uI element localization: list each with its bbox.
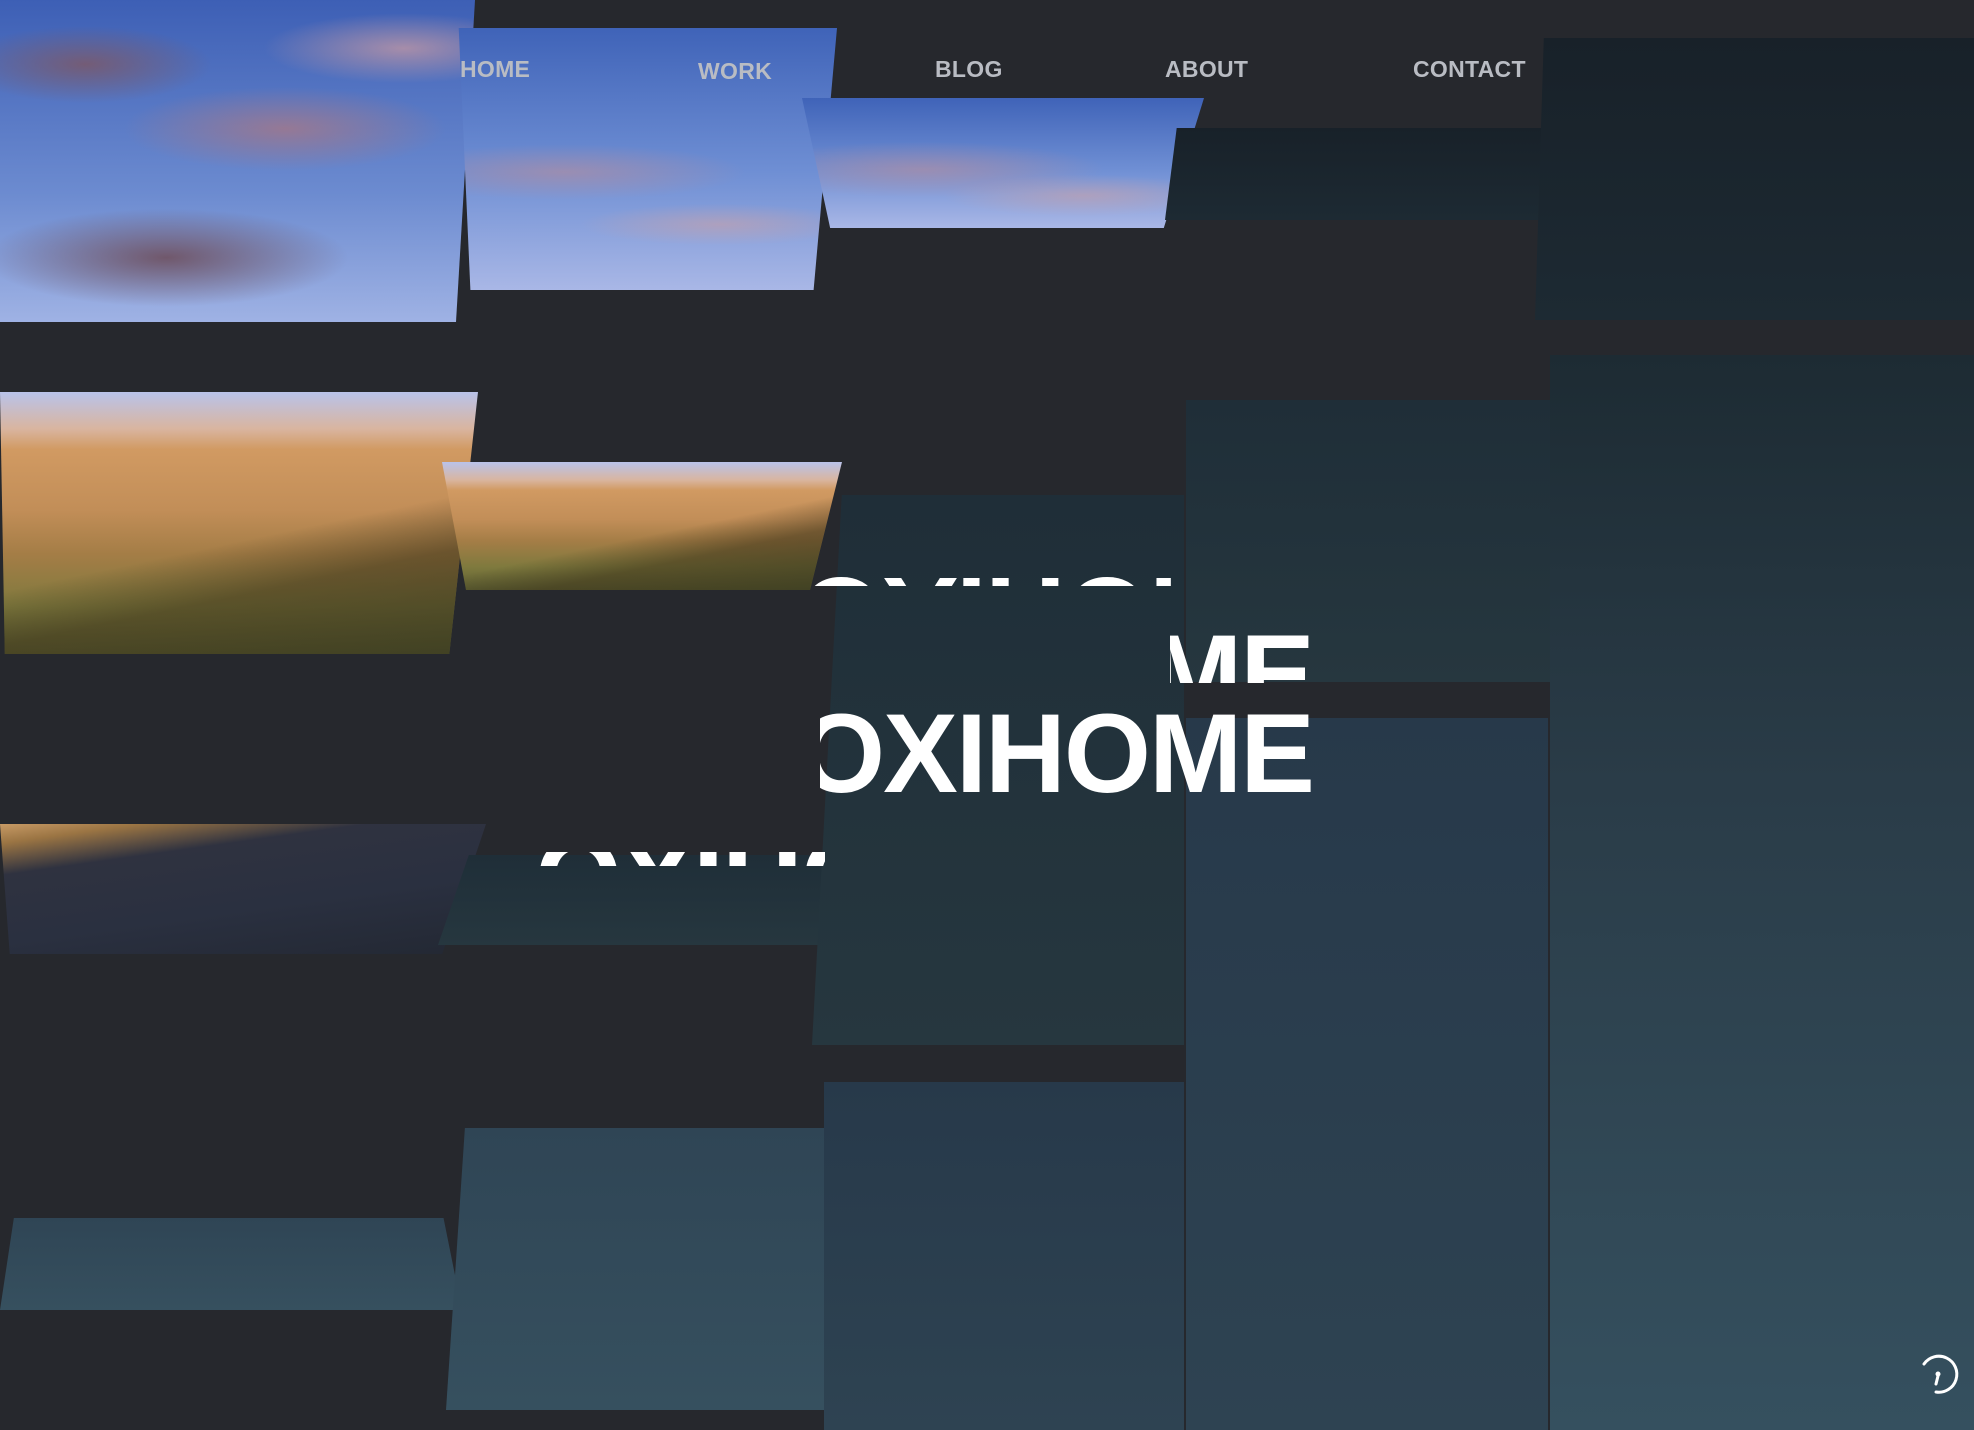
headline-fragment-main: OXIHOME — [820, 700, 1315, 802]
transition-stage: OXIHOME OXIHOME OXIHOME OXIHOME HOME WOR… — [0, 0, 1974, 1430]
image-slice-mountain-far — [442, 462, 842, 590]
image-slice-dusk — [1186, 718, 1548, 1430]
image-slice-dusk — [1550, 355, 1974, 1430]
image-slice-dusk — [1165, 128, 1555, 220]
nav-about-link[interactable]: ABOUT — [1165, 56, 1248, 83]
image-slice-dusk — [446, 1128, 824, 1410]
nav-contact-link[interactable]: CONTACT — [1413, 56, 1526, 83]
image-slice-mountain — [0, 392, 478, 654]
image-slice-dusk — [0, 1218, 462, 1310]
image-slice-valley — [0, 824, 486, 954]
headline-fragment-mirrored: OXIHOME — [800, 560, 1185, 586]
nav-work-link[interactable]: WORK — [698, 58, 772, 85]
nav-home-link[interactable]: HOME — [460, 56, 530, 83]
top-navigation: HOME WORK BLOG ABOUT CONTACT — [0, 0, 1974, 140]
headline-fragment-right: OXIHOME — [1170, 625, 1470, 683]
nav-blog-link[interactable]: BLOG — [935, 56, 1003, 83]
headline-fragment-bottom-mirrored: OXIHOME — [535, 852, 825, 866]
image-slice-dusk — [824, 1082, 1184, 1430]
loading-spinner-icon — [1922, 1354, 1959, 1394]
image-slice-dusk — [438, 855, 823, 945]
